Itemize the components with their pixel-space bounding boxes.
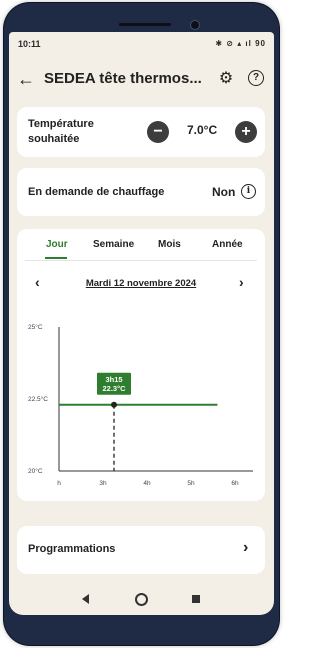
increase-temperature-button[interactable]: + (235, 121, 257, 143)
tab-mois[interactable]: Mois (158, 239, 181, 250)
decrease-temperature-button[interactable]: − (147, 121, 169, 143)
x-tick-label: h (57, 480, 61, 487)
active-tab-indicator (45, 257, 67, 259)
camera-icon (190, 20, 200, 30)
x-tick-label: 5h (187, 480, 195, 487)
y-tick-label: 25°C (28, 323, 43, 331)
tab-jour[interactable]: Jour (46, 239, 68, 250)
nav-back-icon[interactable] (82, 594, 89, 604)
system-nav-bar (9, 588, 274, 616)
tabs-divider (25, 260, 257, 261)
x-tick-label: 4h (143, 480, 151, 487)
temperature-value: 7.0°C (187, 123, 218, 137)
question-circle-icon[interactable]: ? (248, 70, 264, 86)
y-tick-label: 20°C (28, 467, 43, 475)
phone-speaker (119, 23, 171, 26)
heating-demand-label: En demande de chauffage (28, 186, 165, 198)
next-day-icon[interactable]: › (239, 274, 244, 290)
temperature-label-line2: souhaitée (28, 133, 80, 145)
status-icons: ✱ ⊘ ▴ ıl 90 (215, 39, 266, 48)
nav-recents-icon[interactable] (192, 595, 200, 603)
status-time: 10:11 (18, 39, 41, 49)
programmations-row[interactable]: Programmations › (17, 526, 265, 574)
chevron-right-icon: › (243, 539, 249, 556)
temperature-chart: 25°C 22.5°C 20°C h 3h 4h 5h 6h 3h15 22.3°C (28, 323, 253, 487)
history-chart-card: Jour Semaine Mois Année ‹ Mardi 12 novem… (17, 229, 265, 501)
x-tick-label: 6h (231, 480, 239, 487)
info-icon[interactable]: i (241, 184, 256, 199)
tooltip-value: 22.3°C (102, 384, 126, 393)
target-temperature-card: Température souhaitée − 7.0°C + (17, 107, 265, 157)
app-header: ← SEDEA tête thermos... ⚙ ? (9, 64, 274, 96)
tooltip-data-point (111, 401, 117, 408)
nav-home-icon[interactable] (135, 593, 148, 606)
y-tick-label: 22.5°C (28, 395, 48, 403)
status-bar: 10:11 ✱ ⊘ ▴ ıl 90 (9, 36, 274, 54)
programmations-label: Programmations (28, 543, 116, 555)
tooltip-time: 3h15 (105, 375, 122, 384)
heating-demand-card: En demande de chauffage Non i (17, 168, 265, 216)
arrow-left-icon[interactable]: ← (17, 68, 35, 90)
tab-semaine[interactable]: Semaine (93, 239, 134, 250)
page-title: SEDEA tête thermos... (44, 70, 202, 87)
selected-date[interactable]: Mardi 12 novembre 2024 (17, 278, 265, 289)
x-tick-label: 3h (99, 480, 107, 487)
heating-demand-value: Non (212, 185, 236, 199)
tab-annee[interactable]: Année (212, 239, 243, 250)
temperature-label-line1: Température (28, 118, 94, 130)
gear-icon[interactable]: ⚙ (215, 68, 237, 90)
